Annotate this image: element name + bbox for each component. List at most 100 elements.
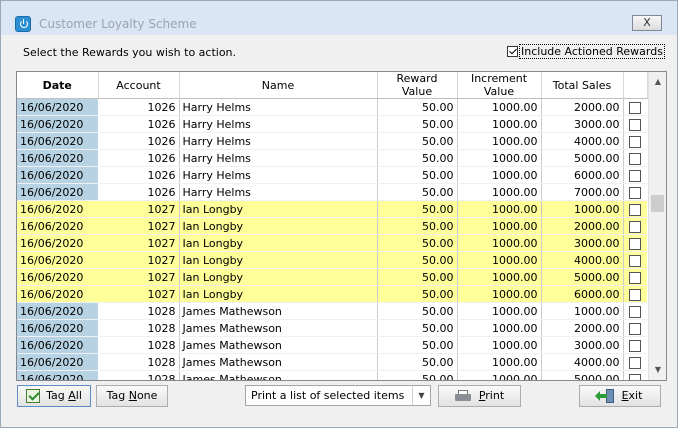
column-header-date[interactable]: Date	[17, 72, 99, 99]
scroll-up-icon[interactable]: ▲	[649, 74, 666, 90]
row-tag-checkbox[interactable]	[629, 135, 642, 148]
row-tag-cell	[623, 98, 647, 116]
table-row[interactable]: 16/06/2020 1026 Harry Helms 50.00 1000.00 700…	[17, 183, 647, 201]
row-tag-checkbox[interactable]	[629, 101, 642, 114]
tag-all-label-accel: A	[68, 389, 76, 402]
rewards-grid: Date Account Name Reward Value Increment…	[16, 71, 667, 381]
row-tag-checkbox[interactable]	[629, 305, 642, 318]
row-reward-value-cell: 50.00	[377, 353, 458, 371]
scroll-down-icon[interactable]: ▼	[649, 362, 666, 378]
row-tag-checkbox[interactable]	[629, 322, 642, 335]
row-name-cell: Harry Helms	[179, 149, 378, 167]
table-row[interactable]: 16/06/2020 1027 Ian Longby 50.00 1000.00 3000…	[17, 234, 647, 252]
row-date-cell: 16/06/2020	[17, 115, 98, 133]
row-reward-value-cell: 50.00	[377, 285, 458, 303]
column-header-account[interactable]: Account	[98, 72, 180, 99]
exit-button[interactable]: Exit	[579, 385, 661, 407]
column-header-increment-value[interactable]: Increment Value	[457, 72, 542, 99]
chevron-down-icon[interactable]: ▼	[412, 386, 430, 405]
row-date-cell: 16/06/2020	[17, 149, 98, 167]
tag-none-label-prefix: Tag	[106, 389, 129, 402]
row-tag-checkbox[interactable]	[629, 203, 642, 216]
row-increment-value-cell: 1000.00	[457, 285, 542, 303]
window-title: Customer Loyalty Scheme	[39, 17, 197, 31]
print-button[interactable]: Print	[438, 385, 521, 407]
row-increment-value-cell: 1000.00	[457, 319, 542, 337]
table-row[interactable]: 16/06/2020 1027 Ian Longby 50.00 1000.00 2000…	[17, 217, 647, 235]
row-reward-value-cell: 50.00	[377, 319, 458, 337]
row-date-cell: 16/06/2020	[17, 98, 98, 116]
row-tag-checkbox[interactable]	[629, 373, 642, 380]
row-reward-value-cell: 50.00	[377, 132, 458, 150]
row-reward-value-cell: 50.00	[377, 200, 458, 218]
row-tag-checkbox[interactable]	[629, 237, 642, 250]
table-row[interactable]: 16/06/2020 1028 James Mathewson 50.00 1000.0…	[17, 353, 647, 371]
printer-icon	[454, 390, 471, 402]
row-date-cell: 16/06/2020	[17, 132, 98, 150]
row-tag-checkbox[interactable]	[629, 254, 642, 267]
table-row[interactable]: 16/06/2020 1026 Harry Helms 50.00 1000.00 500…	[17, 149, 647, 167]
row-tag-checkbox[interactable]	[629, 186, 642, 199]
row-account-cell: 1028	[98, 336, 180, 354]
table-row[interactable]: 16/06/2020 1027 Ian Longby 50.00 1000.00 1000…	[17, 200, 647, 218]
include-actioned-checkbox[interactable]	[507, 46, 518, 57]
row-account-cell: 1026	[98, 98, 180, 116]
print-option-select[interactable]: Print a list of selected items ▼	[245, 385, 431, 406]
include-actioned-toggle[interactable]: Include Actioned Rewards	[507, 44, 665, 60]
scroll-thumb[interactable]	[651, 195, 664, 212]
rewards-table: Date Account Name Reward Value Increment…	[17, 72, 648, 380]
row-reward-value-cell: 50.00	[377, 336, 458, 354]
close-button[interactable]: X	[632, 15, 662, 31]
row-date-cell: 16/06/2020	[17, 183, 98, 201]
table-row[interactable]: 16/06/2020 1027 Ian Longby 50.00 1000.00 5000…	[17, 268, 647, 286]
table-row[interactable]: 16/06/2020 1027 Ian Longby 50.00 1000.00 4000…	[17, 251, 647, 269]
table-row[interactable]: 16/06/2020 1028 James Mathewson 50.00 1000.0…	[17, 302, 647, 320]
include-actioned-label: Include Actioned Rewards	[519, 44, 665, 59]
column-header-reward-value[interactable]: Reward Value	[377, 72, 458, 99]
loyalty-window: Customer Loyalty Scheme X Select the Rew…	[0, 0, 678, 428]
vertical-scrollbar[interactable]: ▲ ▼	[648, 72, 666, 380]
table-row[interactable]: 16/06/2020 1026 Harry Helms 50.00 1000.00 200…	[17, 98, 647, 116]
row-tag-checkbox[interactable]	[629, 339, 642, 352]
tag-none-button[interactable]: Tag None	[96, 385, 168, 407]
row-tag-checkbox[interactable]	[629, 118, 642, 131]
exit-door-icon	[594, 389, 614, 403]
row-account-cell: 1026	[98, 183, 180, 201]
row-name-cell: Harry Helms	[179, 132, 378, 150]
checkmark-icon	[26, 389, 41, 403]
app-power-icon	[15, 16, 31, 32]
table-row[interactable]: 16/06/2020 1026 Harry Helms 50.00 1000.00 300…	[17, 115, 647, 133]
table-row[interactable]: 16/06/2020 1027 Ian Longby 50.00 1000.00 6000…	[17, 285, 647, 303]
row-name-cell: Ian Longby	[179, 285, 378, 303]
column-header-total-sales[interactable]: Total Sales	[541, 72, 624, 99]
row-account-cell: 1026	[98, 166, 180, 184]
row-date-cell: 16/06/2020	[17, 370, 98, 380]
tag-none-label-accel: N	[128, 389, 137, 402]
table-row[interactable]: 16/06/2020 1026 Harry Helms 50.00 1000.00 400…	[17, 132, 647, 150]
row-increment-value-cell: 1000.00	[457, 98, 542, 116]
row-date-cell: 16/06/2020	[17, 166, 98, 184]
row-tag-checkbox[interactable]	[629, 220, 642, 233]
table-row[interactable]: 16/06/2020 1028 James Mathewson 50.00 1000.0…	[17, 319, 647, 337]
row-tag-checkbox[interactable]	[629, 152, 642, 165]
row-tag-checkbox[interactable]	[629, 271, 642, 284]
table-row[interactable]: 16/06/2020 1028 James Mathewson 50.00 1000.0…	[17, 336, 647, 354]
table-row[interactable]: 16/06/2020 1026 Harry Helms 50.00 1000.00 600…	[17, 166, 647, 184]
row-increment-value-cell: 1000.00	[457, 336, 542, 354]
row-total-sales-cell: 4000.00	[541, 353, 624, 371]
row-total-sales-cell: 2000.00	[541, 217, 624, 235]
row-total-sales-cell: 5000.00	[541, 268, 624, 286]
row-tag-checkbox[interactable]	[629, 288, 642, 301]
tag-all-button[interactable]: Tag All	[17, 385, 91, 407]
row-name-cell: Ian Longby	[179, 268, 378, 286]
row-account-cell: 1027	[98, 251, 180, 269]
title-bar[interactable]: Customer Loyalty Scheme X	[1, 1, 677, 35]
exit-label-accel: E	[621, 389, 629, 402]
row-tag-checkbox[interactable]	[629, 356, 642, 369]
table-row[interactable]: 16/06/2020 1028 James Mathewson 50.00 1000.0…	[17, 370, 647, 380]
row-tag-checkbox[interactable]	[629, 169, 642, 182]
row-increment-value-cell: 1000.00	[457, 268, 542, 286]
row-increment-value-cell: 1000.00	[457, 370, 542, 380]
row-increment-value-cell: 1000.00	[457, 132, 542, 150]
column-header-name[interactable]: Name	[179, 72, 378, 99]
